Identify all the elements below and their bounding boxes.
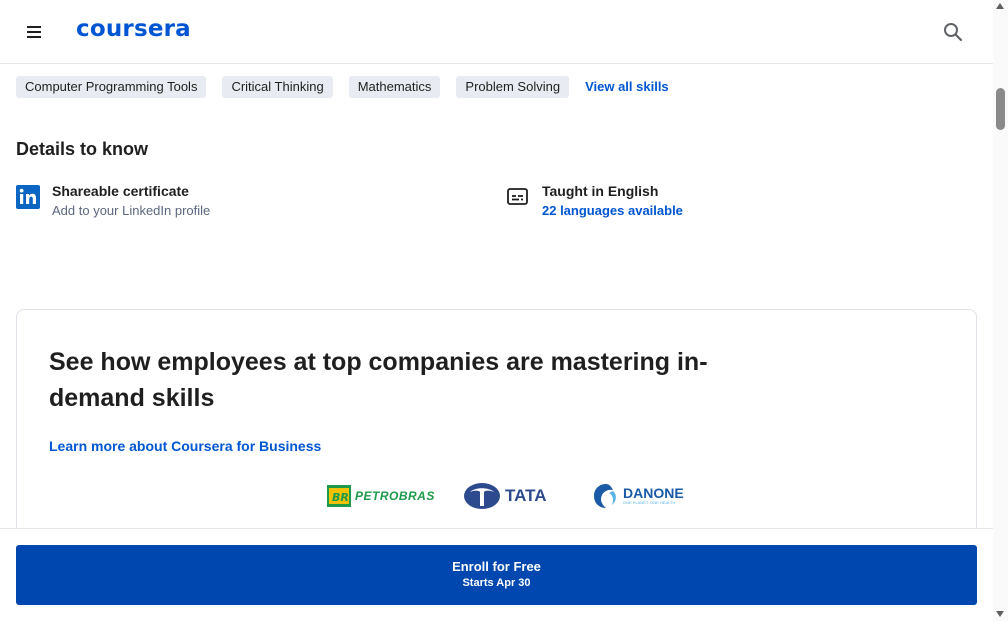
danone-logo-mark: [594, 484, 616, 508]
certificate-title: Shareable certificate: [52, 183, 189, 199]
scrollbar-thumb[interactable]: [996, 88, 1005, 130]
skill-chip: Mathematics: [348, 75, 441, 98]
scroll-down-arrow-icon[interactable]: [996, 611, 1004, 617]
language-title: Taught in English: [542, 183, 659, 199]
enroll-label: Enroll for Free: [452, 559, 541, 574]
tata-logo: TATA: [463, 482, 547, 510]
details-heading: Details to know: [16, 139, 149, 159]
tata-logo-text: TATA: [505, 486, 547, 505]
languages-available-link[interactable]: 22 languages available: [542, 200, 683, 222]
danone-tagline: ONE PLANET. ONE HEALTH: [623, 500, 676, 505]
hamburger-menu-icon[interactable]: [22, 20, 46, 44]
enroll-start-date: Starts Apr 30: [462, 577, 531, 589]
certificate-subtitle: Add to your LinkedIn profile: [52, 203, 211, 218]
top-header: coursera: [0, 0, 993, 64]
petrobras-logo: BR PETROBRAS: [327, 482, 435, 510]
language-detail: Taught in English 22 languages available: [506, 183, 683, 222]
skill-chip: Computer Programming Tools: [16, 75, 207, 98]
search-icon[interactable]: [940, 19, 966, 45]
closed-captions-icon: [507, 188, 528, 205]
petrobras-logo-text: PETROBRAS: [355, 489, 435, 503]
shareable-certificate-detail: Shareable certificate Add to your Linked…: [16, 183, 210, 222]
petrobras-logo-mark: BR: [327, 485, 351, 507]
linkedin-icon: [16, 185, 40, 209]
danone-logo-text: DANONE: [623, 485, 684, 501]
tata-logo-mark: [464, 483, 500, 509]
business-card-title: See how employees at top companies are m…: [49, 348, 708, 412]
danone-logo: DANONE ONE PLANET. ONE HEALTH: [591, 482, 684, 510]
coursera-for-business-link[interactable]: Learn more about Coursera for Business: [49, 438, 321, 454]
skills-list: Computer Programming Tools Critical Thin…: [16, 75, 669, 98]
coursera-logo[interactable]: coursera: [76, 16, 191, 42]
skill-chip: Critical Thinking: [222, 75, 333, 98]
skill-chip: Problem Solving: [456, 75, 570, 98]
page-scrollbar[interactable]: [993, 0, 1008, 621]
scroll-up-arrow-icon[interactable]: [996, 3, 1004, 9]
enroll-for-free-button[interactable]: Enroll for Free Starts Apr 30: [16, 545, 977, 605]
view-all-skills-link[interactable]: View all skills: [585, 79, 669, 94]
svg-text:BR: BR: [332, 491, 349, 504]
